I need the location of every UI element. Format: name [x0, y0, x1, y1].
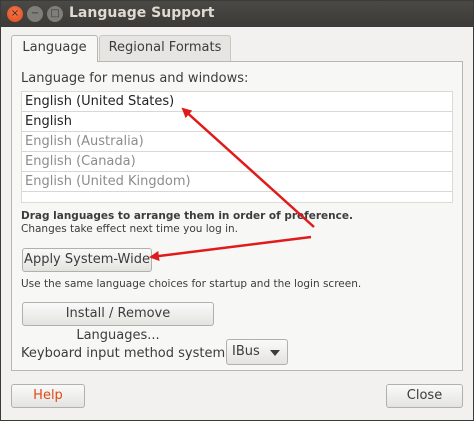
language-list[interactable]: English (United States) English English … [21, 91, 453, 203]
titlebar[interactable]: × − □ Language Support [1, 1, 473, 27]
language-support-window: × − □ Language Support Language Regional… [0, 0, 474, 421]
close-button[interactable]: Close [386, 384, 463, 408]
change-hint-text: Changes take effect next time you log in… [21, 223, 238, 235]
language-item-english-canada[interactable]: English (Canada) [22, 152, 452, 172]
language-item-english-australia[interactable]: English (Australia) [22, 132, 452, 152]
language-item-english-us[interactable]: English (United States) [22, 92, 452, 112]
window-title: Language Support [69, 5, 215, 21]
window-maximize-button[interactable]: □ [47, 6, 63, 22]
apply-system-wide-button[interactable]: Apply System-Wide [22, 248, 152, 272]
help-button[interactable]: Help [11, 384, 85, 408]
keyboard-input-method-value: IBus [232, 344, 260, 359]
chevron-down-icon [270, 350, 280, 356]
window-minimize-button[interactable]: − [27, 6, 43, 22]
language-tab-panel: Language for menus and windows: English … [11, 61, 463, 371]
language-item-english[interactable]: English [22, 112, 452, 132]
language-item-english-uk[interactable]: English (United Kingdom) [22, 172, 452, 192]
install-remove-languages-button[interactable]: Install / Remove Languages... [22, 302, 214, 343]
tab-regional-formats[interactable]: Regional Formats [99, 35, 231, 61]
keyboard-input-method-select[interactable]: IBus [226, 339, 288, 365]
tab-language[interactable]: Language [11, 35, 98, 62]
drag-hint-text: Drag languages to arrange them in order … [21, 210, 353, 222]
same-choices-hint-text: Use the same language choices for startu… [21, 278, 362, 290]
keyboard-input-label: Keyboard input method system: [21, 346, 230, 361]
window-close-button[interactable]: × [7, 6, 23, 22]
language-section-label: Language for menus and windows: [21, 71, 249, 86]
